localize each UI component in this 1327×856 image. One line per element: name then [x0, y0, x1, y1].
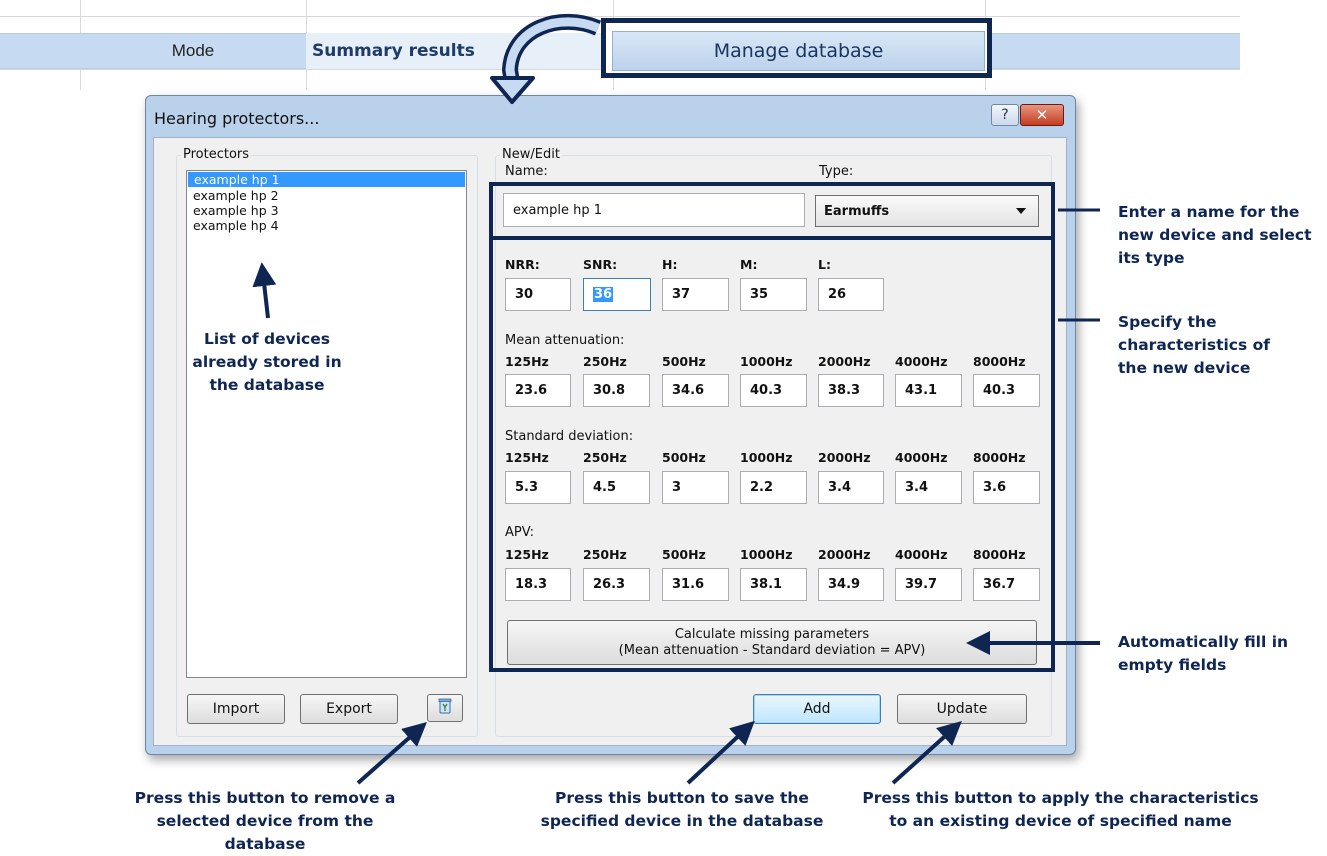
mean-125-field[interactable]: 23.6: [505, 374, 571, 407]
freq-label: 250Hz: [583, 354, 627, 369]
mean-2000-field[interactable]: 38.3: [818, 374, 884, 407]
name-input[interactable]: example hp 1: [503, 193, 805, 227]
list-item[interactable]: example hp 4: [187, 218, 466, 233]
mean-attenuation-label: Mean attenuation:: [505, 333, 625, 348]
freq-label: 1000Hz: [740, 354, 793, 369]
freq-label: 2000Hz: [818, 450, 871, 465]
l-label: L:: [818, 257, 831, 272]
nrr-label: NRR:: [505, 257, 540, 272]
help-icon: ?: [1001, 107, 1009, 123]
summary-results-tab[interactable]: Summary results: [306, 33, 613, 69]
freq-label: 2000Hz: [818, 547, 871, 562]
new-edit-group-label: New/Edit: [500, 147, 562, 162]
mean-500-field[interactable]: 34.6: [662, 374, 729, 407]
protectors-group-label: Protectors: [181, 147, 252, 162]
calculate-missing-parameters-button[interactable]: Calculate missing parameters (Mean atten…: [507, 620, 1037, 665]
chevron-down-icon: [1016, 208, 1026, 214]
calc-button-line1: Calculate missing parameters: [674, 626, 870, 642]
list-annotation: List of devices already stored in the da…: [192, 330, 342, 394]
grid-line: [0, 16, 1240, 17]
dialog-title: Hearing protectors...: [154, 109, 320, 128]
name-annotation: Enter a name for the new device and sele…: [1118, 203, 1312, 267]
freq-label: 8000Hz: [973, 354, 1026, 369]
auto-annotation: Automatically fill in empty fields: [1118, 633, 1289, 674]
standard-deviation-label: Standard deviation:: [505, 429, 634, 444]
h-field[interactable]: 37: [662, 278, 729, 311]
add-button[interactable]: Add: [753, 694, 881, 724]
type-select-value: Earmuffs: [824, 203, 890, 219]
apply-annotation: Press this button to apply the character…: [862, 789, 1259, 830]
mean-4000-field[interactable]: 43.1: [895, 374, 962, 407]
apv-8000-field[interactable]: 36.7: [973, 568, 1040, 601]
save-annotation: Press this button to save the specified …: [540, 789, 824, 830]
list-item[interactable]: example hp 1: [188, 172, 465, 187]
snr-label: SNR:: [583, 257, 618, 272]
freq-label: 500Hz: [662, 450, 706, 465]
recycle-bin-icon: [438, 698, 452, 718]
freq-label: 250Hz: [583, 547, 627, 562]
apv-4000-field[interactable]: 39.7: [895, 568, 962, 601]
freq-label: 250Hz: [583, 450, 627, 465]
list-item[interactable]: example hp 3: [187, 203, 466, 218]
freq-label: 125Hz: [505, 354, 549, 369]
snr-value: 36: [593, 287, 614, 302]
close-button[interactable]: ✕: [1020, 104, 1064, 126]
sd-4000-field[interactable]: 3.4: [895, 471, 962, 504]
mean-8000-field[interactable]: 40.3: [973, 374, 1040, 407]
sd-2000-field[interactable]: 3.4: [818, 471, 884, 504]
help-button[interactable]: ?: [991, 104, 1019, 126]
apv-1000-field[interactable]: 38.1: [740, 568, 807, 601]
freq-label: 4000Hz: [895, 450, 948, 465]
name-label: Name:: [505, 164, 548, 179]
protectors-listbox[interactable]: example hp 1 example hp 2 example hp 3 e…: [186, 170, 467, 678]
l-field[interactable]: 26: [818, 278, 884, 311]
manage-database-button[interactable]: Manage database: [612, 31, 985, 71]
freq-label: 125Hz: [505, 450, 549, 465]
mean-1000-field[interactable]: 40.3: [740, 374, 807, 407]
apv-250-field[interactable]: 26.3: [583, 568, 650, 601]
freq-label: 4000Hz: [895, 547, 948, 562]
snr-field[interactable]: 36: [583, 278, 651, 311]
spec-annotation: Specify the characteristics of the new d…: [1118, 313, 1271, 377]
sd-125-field[interactable]: 5.3: [505, 471, 571, 504]
freq-label: 500Hz: [662, 547, 706, 562]
freq-label: 8000Hz: [973, 547, 1026, 562]
h-label: H:: [662, 257, 678, 272]
sd-1000-field[interactable]: 2.2: [740, 471, 807, 504]
calc-button-line2: (Mean attenuation - Standard deviation =…: [618, 642, 926, 658]
nrr-field[interactable]: 30: [505, 278, 571, 311]
export-button[interactable]: Export: [300, 694, 398, 724]
delete-button[interactable]: [427, 694, 463, 722]
list-item[interactable]: example hp 2: [187, 188, 466, 203]
m-label: M:: [740, 257, 758, 272]
remove-annotation: Press this button to remove a selected d…: [134, 789, 396, 853]
apv-label: APV:: [505, 525, 534, 540]
close-icon: ✕: [1035, 106, 1049, 124]
freq-label: 125Hz: [505, 547, 549, 562]
sd-500-field[interactable]: 3: [662, 471, 729, 504]
type-label: Type:: [819, 164, 854, 179]
mean-250-field[interactable]: 30.8: [583, 374, 650, 407]
apv-500-field[interactable]: 31.6: [662, 568, 729, 601]
apv-125-field[interactable]: 18.3: [505, 568, 571, 601]
freq-label: 1000Hz: [740, 547, 793, 562]
sd-8000-field[interactable]: 3.6: [973, 471, 1040, 504]
import-button[interactable]: Import: [187, 694, 285, 724]
freq-label: 1000Hz: [740, 450, 793, 465]
update-button[interactable]: Update: [897, 694, 1027, 724]
freq-label: 4000Hz: [895, 354, 948, 369]
mode-cell[interactable]: Mode: [80, 33, 306, 69]
apv-2000-field[interactable]: 34.9: [818, 568, 884, 601]
freq-label: 8000Hz: [973, 450, 1026, 465]
type-select[interactable]: Earmuffs: [815, 195, 1039, 227]
m-field[interactable]: 35: [740, 278, 807, 311]
freq-label: 2000Hz: [818, 354, 871, 369]
sd-250-field[interactable]: 4.5: [583, 471, 650, 504]
freq-label: 500Hz: [662, 354, 706, 369]
